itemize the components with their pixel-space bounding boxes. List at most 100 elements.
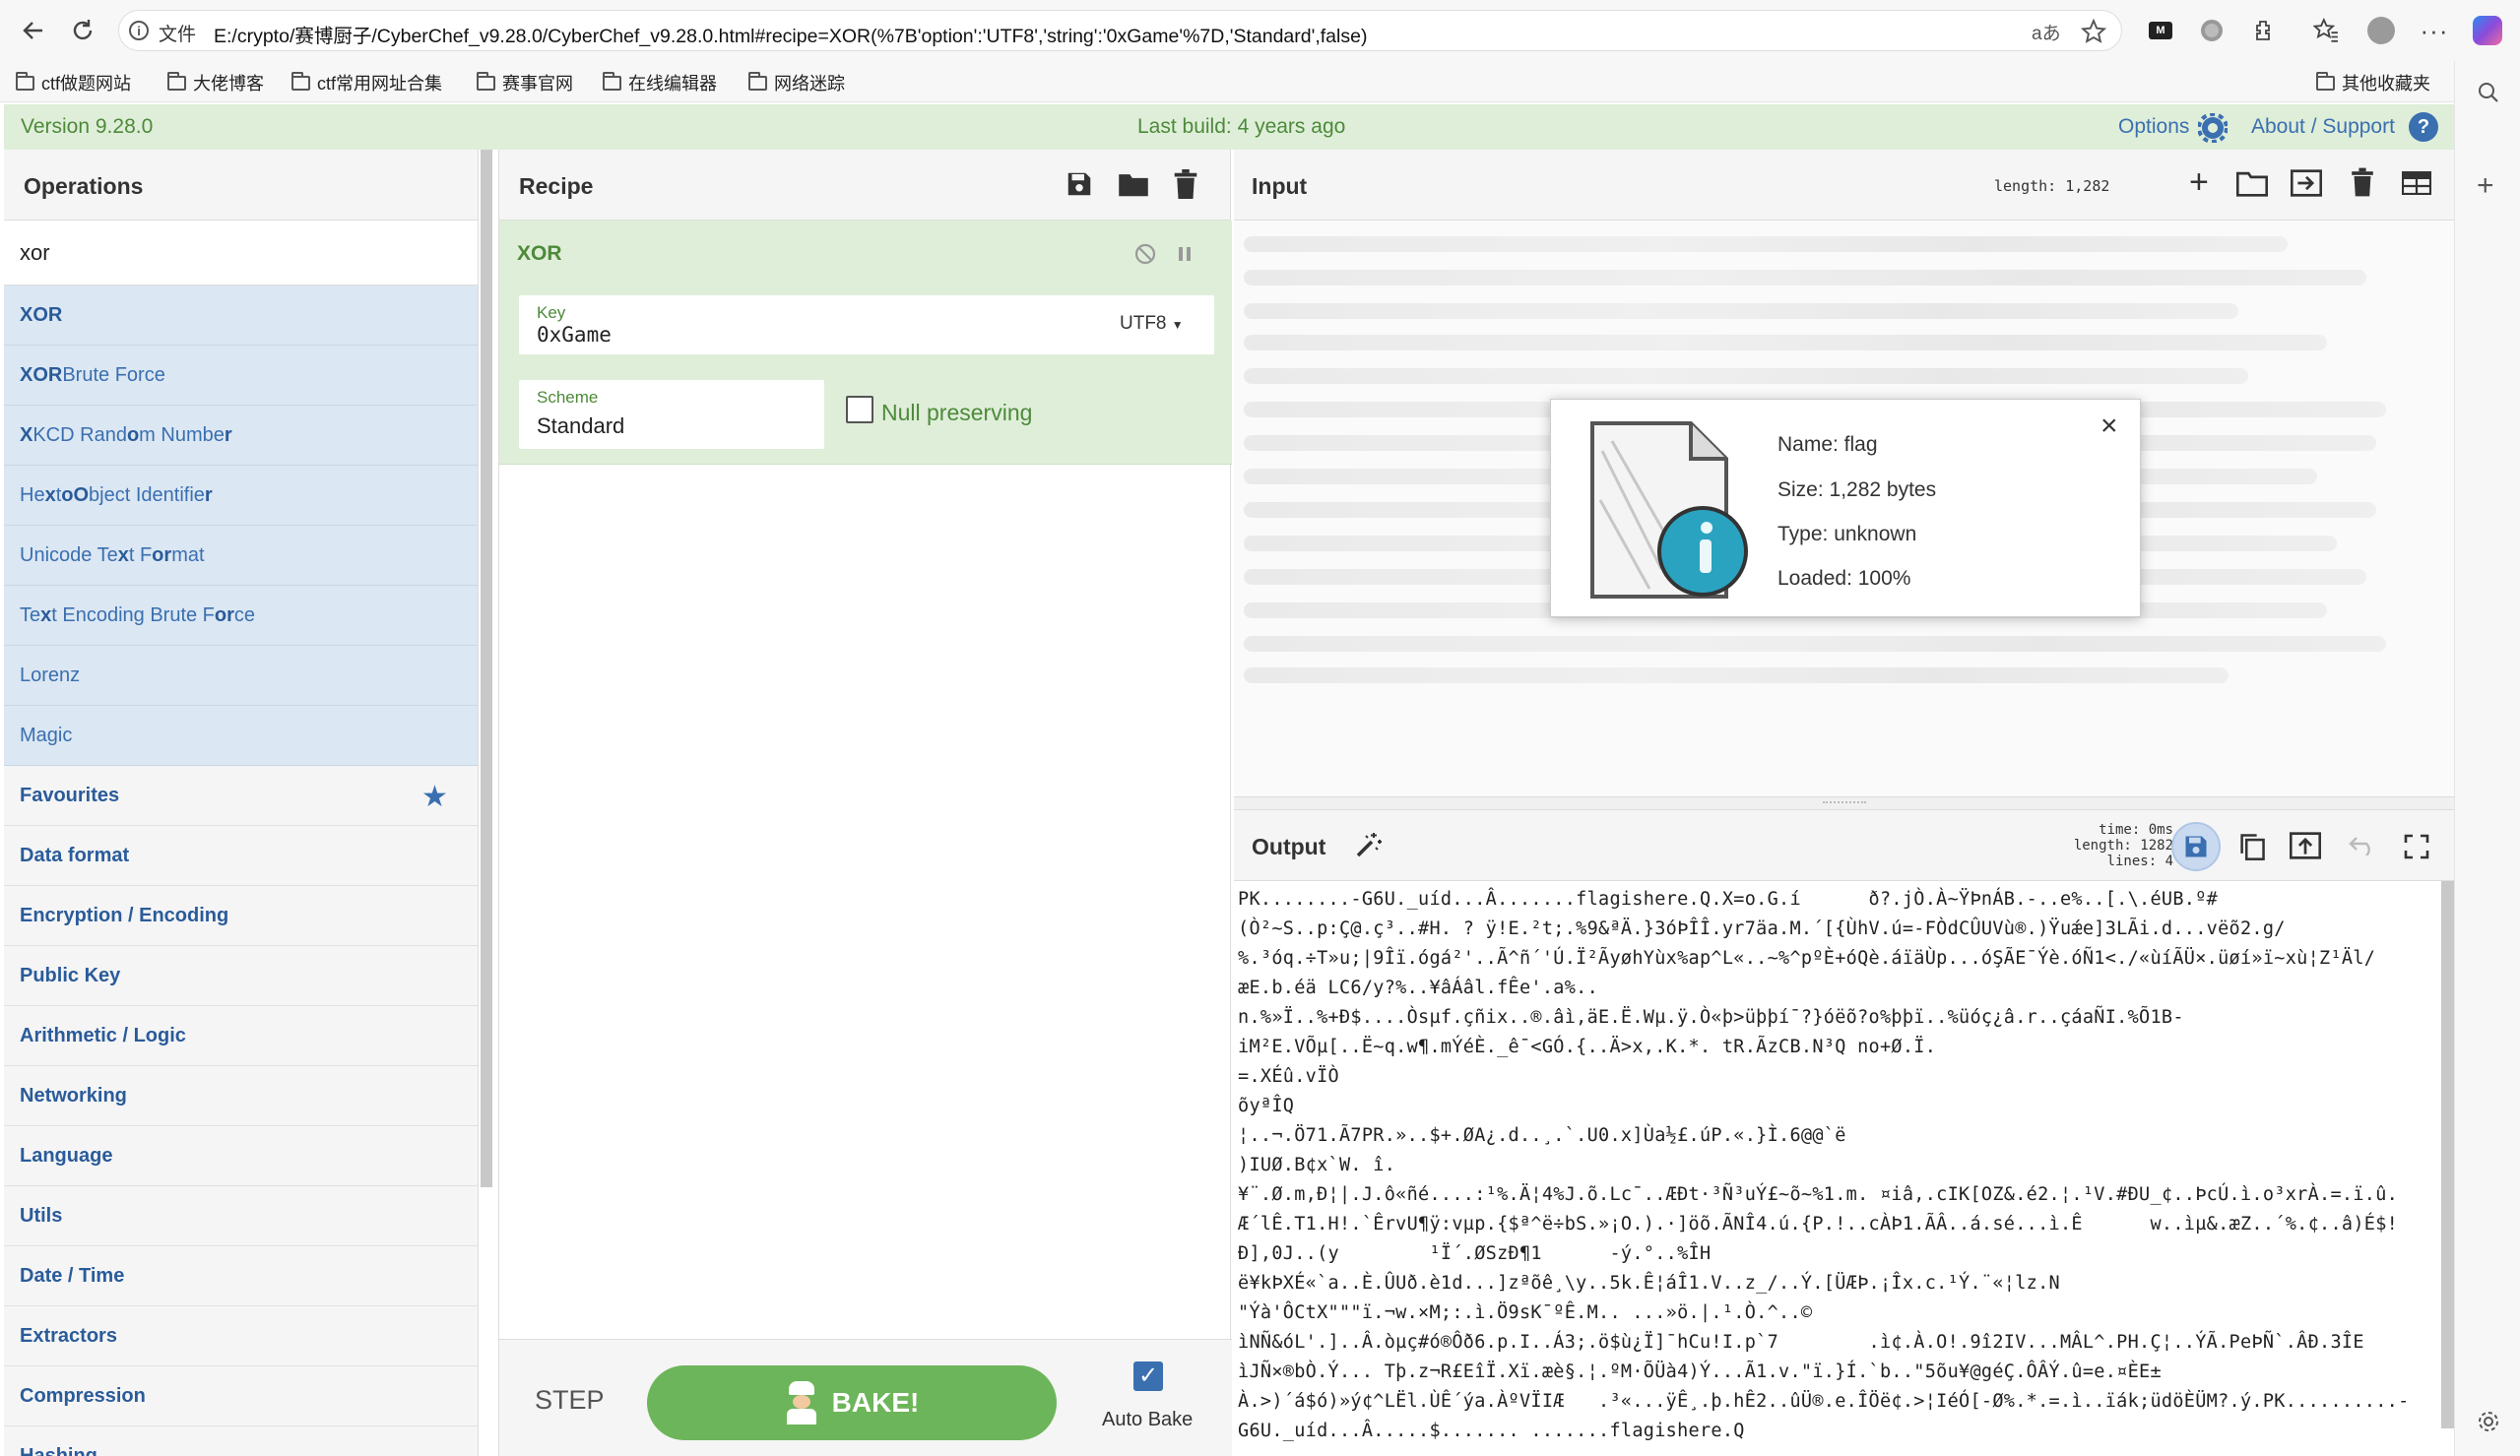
extension-circle-icon[interactable] (2194, 13, 2229, 48)
more-menu-icon[interactable]: ··· (2417, 13, 2452, 48)
about-support-link[interactable]: About / Support (2251, 115, 2395, 139)
magic-wand-icon[interactable] (1354, 830, 1384, 859)
output-line: ìJÑ×®bÒ.Ý... Tþ.z¬R£EîÏ.Xï.æè§.¦.ºM·ÕÜà4… (1238, 1361, 2162, 1382)
bookmark-folder[interactable]: 大佬博客 (167, 71, 264, 95)
load-recipe-folder-icon[interactable] (1118, 169, 1149, 199)
clear-recipe-trash-icon[interactable] (1173, 169, 1198, 199)
extensions-icon[interactable] (2245, 13, 2281, 48)
info-icon[interactable]: i (129, 21, 149, 40)
options-link[interactable]: Options (2118, 115, 2189, 139)
bookmark-folder[interactable]: 网络迷踪 (748, 71, 845, 95)
output-text[interactable]: PK........-G6U._uíd...Â.......flagishere… (1234, 881, 2440, 1456)
reload-icon[interactable] (65, 13, 100, 48)
pause-breakpoint-icon[interactable] (1175, 244, 1195, 264)
file-type: Type: unknown (1777, 523, 1917, 545)
key-field[interactable]: Key 0xGame UTF8 ▼ (519, 295, 1214, 354)
url-text[interactable]: E:/crypto/赛博厨子/CyberChef_v9.28.0/CyberCh… (214, 20, 1367, 48)
operation-category[interactable]: Utils (4, 1186, 478, 1246)
output-scrollbar[interactable] (2441, 881, 2454, 1428)
url-prefix: 文件 (159, 25, 197, 45)
settings-gear-icon[interactable] (2477, 1410, 2500, 1433)
copilot-icon[interactable] (2470, 13, 2505, 48)
bookmark-folder[interactable]: ctf常用网址合集 (291, 71, 442, 95)
folder-icon (291, 71, 310, 91)
output-line: PK........-G6U._uíd...Â.......flagishere… (1238, 889, 2219, 910)
close-icon[interactable]: × (2100, 410, 2118, 443)
browser-toolbar: i 文件 E:/crypto/赛博厨子/CyberChef_v9.28.0/Cy… (0, 0, 2520, 61)
operation-category[interactable]: Public Key (4, 946, 478, 1006)
operation-category[interactable]: Language (4, 1126, 478, 1186)
undo-icon[interactable] (2347, 834, 2378, 855)
help-icon[interactable]: ? (2409, 112, 2438, 142)
bookmark-folder[interactable]: 在线编辑器 (603, 71, 717, 95)
scheme-dropdown[interactable]: Scheme Standard (519, 380, 824, 449)
add-icon[interactable]: + (2477, 169, 2494, 203)
operations-search-input[interactable]: xor (4, 221, 478, 285)
output-line: n.%»Ï..%+Ð$....Òsµf.çñix..®.âì,äE.Ë.Wµ.ÿ… (1238, 1007, 2184, 1028)
save-output-icon[interactable] (2171, 822, 2221, 871)
operation-category[interactable]: Hashing (4, 1426, 478, 1456)
operation-category[interactable]: Networking (4, 1066, 478, 1126)
operation-result-item[interactable]: Magic (4, 706, 478, 766)
folder-icon (2316, 71, 2335, 91)
operation-result-item[interactable]: Te x t Encoding Brute Fo r ce (4, 586, 478, 646)
operation-result-item[interactable]: Unicode Te x t Fo r mat (4, 526, 478, 586)
bake-button[interactable]: BAKE! (647, 1365, 1057, 1440)
address-bar[interactable]: i 文件 E:/crypto/赛博厨子/CyberChef_v9.28.0/Cy… (118, 10, 2122, 51)
open-folder-icon[interactable] (2236, 169, 2268, 197)
extension-mw-icon[interactable]: M (2143, 13, 2178, 48)
operation-category[interactable]: Compression (4, 1366, 478, 1426)
null-preserving-checkbox[interactable] (846, 396, 873, 423)
key-encoding-dropdown[interactable]: UTF8 ▼ (1120, 313, 1184, 335)
disable-op-icon[interactable] (1133, 242, 1157, 266)
output-line: À.>)´á$ó)»ý¢^LËl.ÙÊ´ýa.ÀºVÏIÆ .³«...ÿÊ¸.… (1238, 1391, 2410, 1412)
cyberchef-banner: Version 9.28.0 Last build: 4 years ago O… (4, 104, 2454, 150)
bookmark-folder[interactable]: 赛事官网 (477, 71, 573, 95)
chef-icon (785, 1381, 818, 1424)
file-size: Size: 1,282 bytes (1777, 478, 1937, 501)
browser-sidebar: + (2454, 61, 2520, 1456)
save-recipe-icon[interactable] (1065, 169, 1094, 199)
read-aloud-icon[interactable]: aあ (2032, 19, 2061, 45)
operation-category[interactable]: Extractors (4, 1306, 478, 1366)
output-line: G6U._uíd...Â.....$....... .......flagish… (1238, 1421, 1745, 1441)
operations-scrollbar[interactable] (481, 150, 492, 1187)
io-panel: Input length: 1,282 + Output time: 0ms l… (1234, 150, 2454, 1456)
xor-operation[interactable]: XOR Key 0xGame UTF8 ▼ Scheme Standard Nu… (499, 221, 1232, 465)
operation-result-item[interactable]: X KCD Rand o m Numbe r (4, 406, 478, 466)
operations-categories: Favourites ★ Data format Encryption / Encod… (4, 766, 478, 1456)
profile-avatar-icon[interactable] (2363, 13, 2399, 48)
operation-category[interactable]: Date / Time (4, 1246, 478, 1306)
operation-result-item[interactable]: Lorenz (4, 646, 478, 706)
add-tab-icon[interactable]: + (2189, 163, 2209, 202)
open-file-icon[interactable] (2291, 169, 2322, 197)
maximise-output-icon[interactable] (2404, 834, 2429, 859)
output-line: iM²E.VÕµ[..Ë~q.w¶.mÝéÈ._ê¯<GÓ.{..Ä>x,.K.… (1238, 1037, 1937, 1057)
auto-bake-checkbox[interactable]: ✓ (1133, 1361, 1163, 1391)
key-input[interactable]: 0xGame (537, 323, 612, 347)
other-bookmarks[interactable]: 其他收藏夹 (2316, 71, 2430, 95)
back-icon[interactable] (16, 13, 51, 48)
favorite-star-icon[interactable] (2081, 19, 2106, 44)
operation-category[interactable]: Data format (4, 826, 478, 886)
bookmark-folder[interactable]: ctf做题网站 (16, 71, 131, 95)
null-preserving-label: Null preserving (881, 400, 1033, 425)
clear-input-trash-icon[interactable] (2351, 167, 2374, 197)
output-title: Output (1252, 834, 1326, 859)
replace-input-icon[interactable] (2290, 832, 2321, 859)
reset-layout-icon[interactable] (2402, 171, 2431, 195)
auto-bake-label: Auto Bake (1102, 1409, 1194, 1430)
operation-result-item[interactable]: XOR Brute Force (4, 346, 478, 406)
operation-result-item[interactable]: XOR (4, 285, 478, 346)
operation-category[interactable]: Encryption / Encoding (4, 886, 478, 946)
search-icon[interactable] (2477, 81, 2500, 104)
favorites-icon[interactable] (2308, 13, 2344, 48)
io-resize-handle[interactable] (1234, 796, 2454, 810)
copy-output-icon[interactable] (2238, 832, 2266, 861)
operation-category[interactable]: Favourites ★ (4, 766, 478, 826)
operation-result-item[interactable]: He x to Object Identifie r (4, 466, 478, 526)
gear-icon[interactable] (2198, 113, 2228, 143)
star-icon[interactable]: ★ (421, 780, 448, 814)
operation-category[interactable]: Arithmetic / Logic (4, 1006, 478, 1066)
step-button[interactable]: STEP (535, 1385, 605, 1416)
